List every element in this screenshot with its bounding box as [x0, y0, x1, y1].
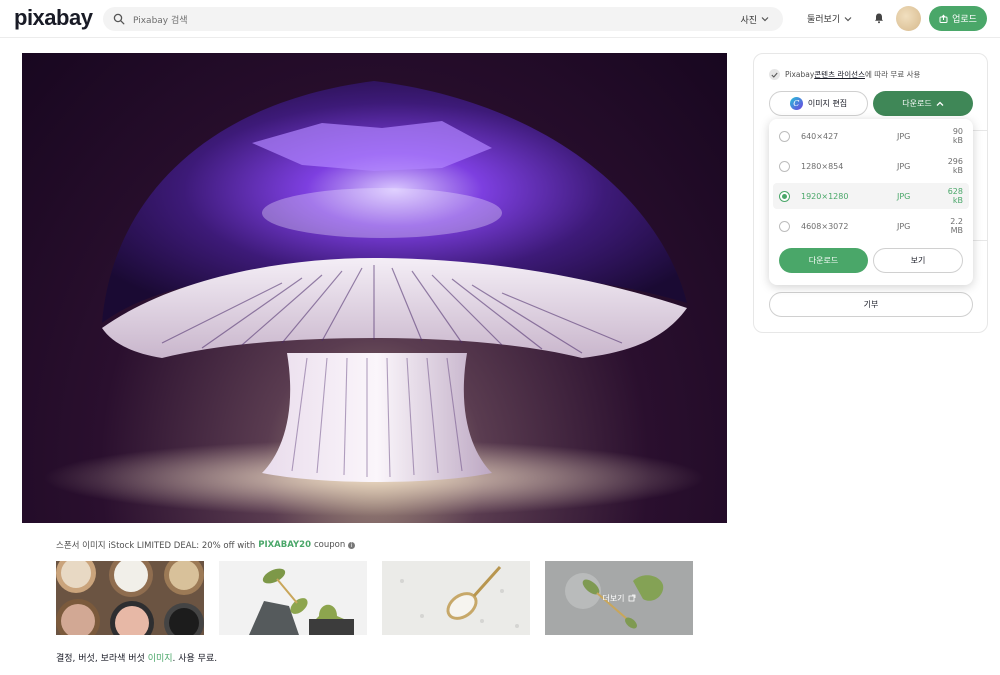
canva-icon: C	[789, 97, 803, 110]
main-photo[interactable]	[22, 53, 727, 523]
avatar[interactable]	[896, 6, 921, 31]
info-icon[interactable]: i	[348, 541, 356, 549]
option-format: JPG	[897, 191, 911, 201]
option-resolution: 1920×1280	[801, 191, 849, 201]
radio-button[interactable]	[779, 130, 790, 142]
upload-label: 업로드	[952, 15, 977, 25]
upload-icon	[939, 14, 948, 23]
bell-icon[interactable]	[873, 12, 885, 24]
license-suffix: 에 따라 무료 사용	[864, 70, 921, 79]
sponsored-thumbnail[interactable]	[382, 561, 530, 635]
search-type-label: 사진	[740, 15, 757, 26]
caption-link[interactable]: 이미지	[148, 654, 173, 664]
license-link[interactable]: 콘텐츠 라이선스	[814, 69, 865, 80]
more-label: 더보기	[602, 593, 625, 603]
size-option-1920[interactable]: 1920×1280 JPG 628 kB	[773, 183, 969, 209]
option-format: JPG	[897, 161, 911, 171]
explore-menu[interactable]: 둘러보기	[807, 12, 852, 25]
chevron-down-icon	[761, 17, 769, 22]
view-button[interactable]: 보기	[873, 248, 963, 273]
sponsored-thumbnail-more[interactable]: 더보기	[545, 561, 693, 635]
size-option-4608[interactable]: 4608×3072 JPG 2.2 MB	[773, 213, 969, 239]
sponsor-suffix: coupon	[314, 540, 346, 550]
search-bar[interactable]: Pixabay 검색 사진	[103, 7, 783, 31]
explore-label: 둘러보기	[807, 15, 841, 25]
sponsored-thumbnail[interactable]	[219, 561, 367, 635]
external-link-icon	[628, 594, 635, 602]
download-button[interactable]: 다운로드	[779, 248, 868, 273]
pixabay-logo[interactable]: pixabay	[14, 5, 93, 31]
more-link: 더보기	[545, 561, 693, 635]
chevron-up-icon	[936, 101, 944, 106]
radio-button-selected[interactable]	[779, 190, 790, 202]
option-format: JPG	[897, 131, 911, 141]
download-toggle-label: 다운로드	[902, 99, 932, 108]
download-menu-toggle[interactable]: 다운로드	[873, 91, 973, 116]
license-notice: Pixabay 콘텐츠 라이선스 에 따라 무료 사용	[769, 69, 920, 80]
download-label: 다운로드	[808, 256, 839, 265]
salt-bowls-image	[56, 561, 204, 635]
option-format: JPG	[897, 221, 911, 231]
edit-image-button[interactable]: C 이미지 편집	[769, 91, 868, 116]
size-option-640[interactable]: 640×427 JPG 90 kB	[773, 123, 969, 149]
search-type-select[interactable]: 사진	[740, 13, 769, 26]
search-icon	[113, 13, 125, 25]
view-label: 보기	[910, 256, 926, 265]
sponsored-banner-text: 스폰서 이미지 iStock LIMITED DEAL: 20% off wit…	[56, 539, 356, 551]
option-resolution: 640×427	[801, 131, 839, 141]
chevron-down-icon	[844, 16, 852, 21]
salt-spoon-image	[382, 561, 530, 635]
jade-roller-image	[219, 561, 367, 635]
size-option-1280[interactable]: 1280×854 JPG 296 kB	[773, 153, 969, 179]
top-header: pixabay Pixabay 검색 사진 둘러보기 업로드	[0, 0, 1000, 38]
upload-button[interactable]: 업로드	[929, 6, 987, 31]
option-filesize: 628 kB	[947, 187, 963, 205]
donate-label: 기부	[863, 300, 879, 309]
license-prefix: Pixabay	[785, 70, 815, 79]
check-icon	[769, 69, 780, 80]
caption-suffix: . 사용 무료.	[172, 654, 218, 664]
coupon-code: PIXABAY20	[258, 540, 311, 550]
option-resolution: 4608×3072	[801, 221, 849, 231]
option-filesize: 90 kB	[952, 127, 963, 145]
sponsor-prefix: 스폰서 이미지 iStock LIMITED DEAL: 20% off wit…	[56, 541, 256, 551]
radio-button[interactable]	[779, 220, 790, 232]
image-caption: 결정, 버섯, 보라색 버섯 이미지. 사용 무료.	[56, 651, 217, 664]
crystal-mushroom-image	[44, 81, 704, 516]
edit-image-label: 이미지 편집	[807, 99, 848, 108]
radio-button[interactable]	[779, 160, 790, 172]
search-input[interactable]: Pixabay 검색	[133, 13, 740, 26]
download-size-dropdown: 640×427 JPG 90 kB 1280×854 JPG 296 kB 19…	[769, 119, 973, 285]
sponsored-thumbnail[interactable]	[56, 561, 204, 635]
option-resolution: 1280×854	[801, 161, 844, 171]
option-filesize: 296 kB	[947, 157, 963, 175]
caption-text: 결정, 버섯, 보라색 버섯	[56, 654, 148, 664]
donate-button[interactable]: 기부	[769, 292, 973, 317]
option-filesize: 2.2 MB	[950, 217, 963, 235]
